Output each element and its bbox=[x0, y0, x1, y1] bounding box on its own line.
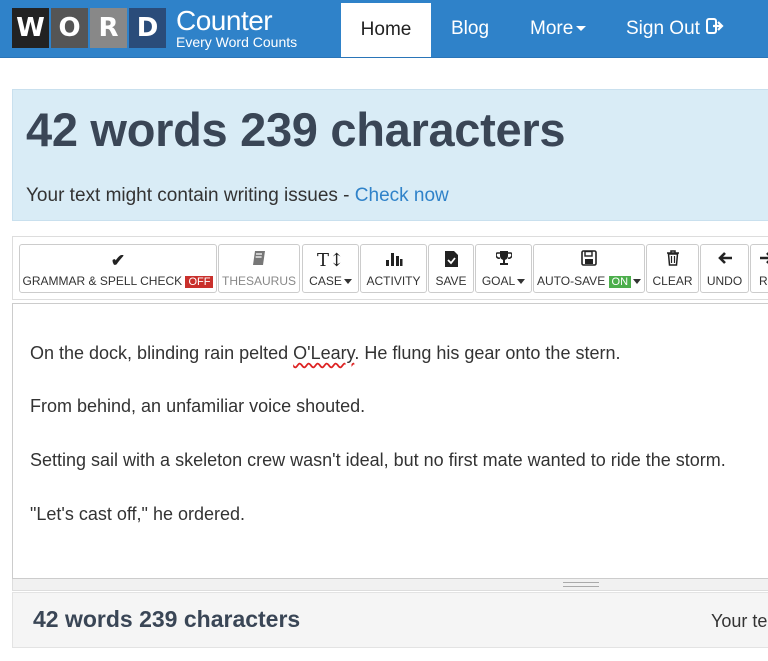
auto-save-label-text: AUTO-SAVE bbox=[536, 273, 606, 288]
save-button[interactable]: SAVE bbox=[428, 244, 474, 293]
nav-signout[interactable]: Sign Out bbox=[626, 0, 724, 57]
nav-home[interactable]: Home bbox=[341, 0, 431, 57]
nav-home-label: Home bbox=[360, 19, 412, 40]
editor-paragraph: Setting sail with a skeleton crew wasn't… bbox=[30, 450, 726, 470]
grip-icon bbox=[563, 582, 599, 587]
activity-button[interactable]: ACTIVITY bbox=[360, 244, 427, 293]
logo-letter: O bbox=[51, 7, 88, 48]
auto-save-label: AUTO-SAVE ON bbox=[536, 273, 642, 288]
trash-icon bbox=[666, 249, 680, 272]
text-case-icon: T↕ bbox=[316, 249, 345, 271]
case-label: CASE bbox=[309, 274, 352, 288]
brand-text: Counter Every Word Counts bbox=[176, 4, 298, 50]
paragraph-text: On the dock, blinding rain pelted bbox=[30, 343, 294, 363]
editor-resize-handle[interactable] bbox=[12, 579, 768, 591]
goal-label-text: GOAL bbox=[481, 273, 516, 288]
arrow-right-icon bbox=[759, 250, 768, 272]
book-icon bbox=[251, 250, 267, 272]
checkmark-icon: ✔ bbox=[110, 250, 126, 270]
goal-label: GOAL bbox=[481, 273, 526, 288]
misspelled-word[interactable]: O'Leary bbox=[293, 343, 354, 363]
arrow-left-icon bbox=[717, 250, 733, 272]
bottom-word-character-count: 42 words 239 characters bbox=[33, 606, 301, 632]
caret-down-icon bbox=[343, 278, 352, 284]
clear-button[interactable]: CLEAR bbox=[646, 244, 699, 293]
editor-toolbar: ✔ GRAMMAR & SPELL CHECK OFF THESAURUS T↕… bbox=[12, 236, 768, 300]
bottom-writing-issues-text: Your te bbox=[711, 611, 768, 631]
trophy-icon bbox=[494, 250, 513, 272]
logo-letter: R bbox=[90, 7, 127, 48]
nav-more-dropdown[interactable]: More bbox=[530, 0, 587, 57]
case-label-text: CASE bbox=[309, 273, 342, 288]
logo-tiles: W O R D bbox=[12, 7, 166, 48]
word-character-count: 42 words 239 characters bbox=[26, 103, 566, 156]
goal-dropdown[interactable]: GOAL bbox=[475, 244, 532, 293]
activity-label: ACTIVITY bbox=[366, 273, 421, 288]
nav-blog-label: Blog bbox=[451, 17, 490, 39]
caret-down-icon bbox=[576, 26, 587, 31]
caret-down-icon bbox=[517, 278, 526, 284]
logo-letter: W bbox=[12, 7, 49, 48]
grammar-off-badge: OFF bbox=[185, 275, 214, 288]
auto-save-dropdown[interactable]: AUTO-SAVE ON bbox=[533, 244, 645, 293]
wordcounter-logo[interactable]: W O R D Counter Every Word Counts bbox=[12, 6, 297, 49]
stats-panel: 42 words 239 characters Your text might … bbox=[12, 89, 768, 221]
editor-paragraph: "Let's cast off," he ordered. bbox=[30, 504, 246, 524]
case-dropdown[interactable]: T↕ CASE bbox=[302, 244, 359, 293]
brand-subtitle: Every Word Counts bbox=[176, 33, 298, 50]
grammar-label-text: GRAMMAR & SPELL CHECK bbox=[22, 273, 183, 288]
redo-button[interactable]: RE bbox=[750, 244, 768, 293]
check-now-link[interactable]: Check now bbox=[355, 185, 449, 206]
editor-paragraph: From behind, an unfamiliar voice shouted… bbox=[30, 396, 366, 416]
paragraph-text: . He flung his gear onto the stern. bbox=[354, 343, 621, 363]
auto-save-on-badge: ON bbox=[608, 275, 632, 288]
clear-label: CLEAR bbox=[652, 273, 693, 288]
nav-signout-label: Sign Out bbox=[626, 17, 700, 39]
logo-letter: D bbox=[129, 7, 166, 48]
navbar: W O R D Counter Every Word Counts Home B… bbox=[0, 0, 768, 58]
writing-issues-message: Your text might contain writing issues -… bbox=[26, 185, 449, 207]
undo-button[interactable]: UNDO bbox=[700, 244, 749, 293]
writing-issues-text: Your text might contain writing issues - bbox=[26, 185, 355, 206]
sign-out-icon bbox=[705, 17, 724, 40]
undo-label: UNDO bbox=[706, 273, 743, 288]
grammar-spell-check-button[interactable]: ✔ GRAMMAR & SPELL CHECK OFF bbox=[19, 244, 217, 293]
nav-blog[interactable]: Blog bbox=[451, 0, 489, 57]
save-label: SAVE bbox=[435, 273, 467, 288]
editor-paragraph: On the dock, blinding rain pelted O'Lear… bbox=[30, 343, 620, 364]
redo-label: RE bbox=[759, 273, 768, 288]
brand-title: Counter bbox=[176, 4, 273, 36]
bar-chart-icon bbox=[385, 250, 403, 272]
text-editor[interactable]: On the dock, blinding rain pelted O'Lear… bbox=[12, 303, 768, 579]
save-file-icon bbox=[444, 250, 459, 272]
grammar-label: GRAMMAR & SPELL CHECK OFF bbox=[23, 274, 214, 288]
nav-more-label: More bbox=[530, 17, 574, 39]
thesaurus-label: THESAURUS bbox=[221, 273, 296, 288]
thesaurus-button[interactable]: THESAURUS bbox=[218, 244, 300, 293]
caret-down-icon bbox=[633, 278, 642, 284]
floppy-disk-icon bbox=[581, 249, 597, 272]
bottom-stats-bar: 42 words 239 characters Your te bbox=[12, 592, 768, 648]
